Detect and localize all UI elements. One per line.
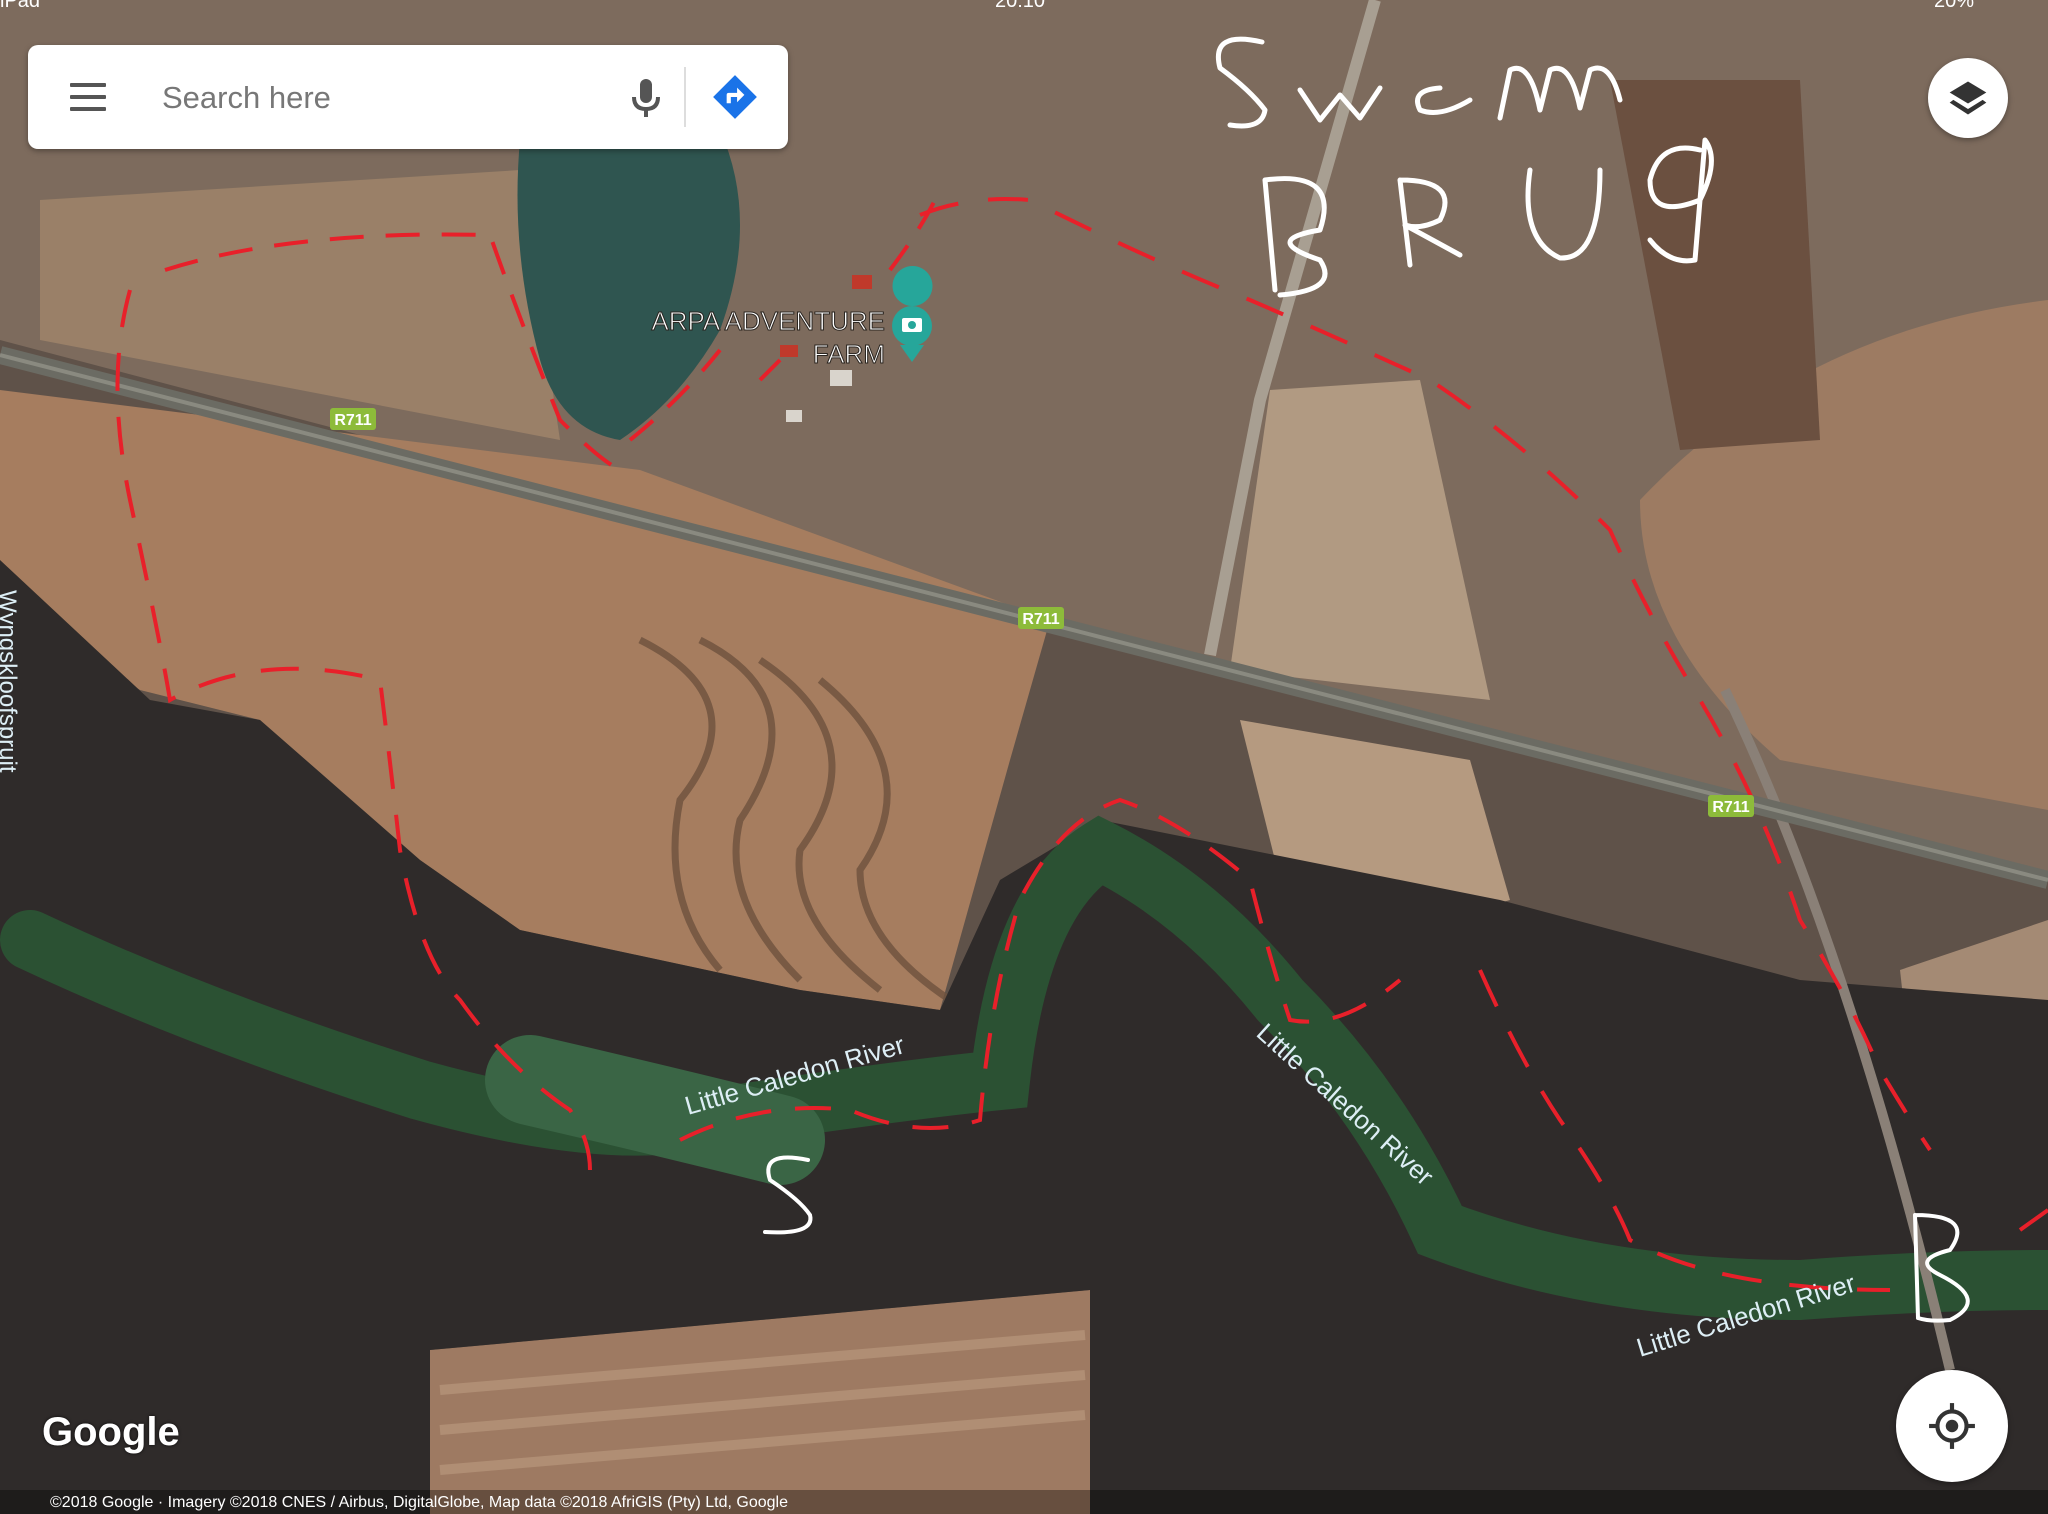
google-logo: Google bbox=[42, 1410, 180, 1454]
my-location-button[interactable] bbox=[1896, 1370, 2008, 1482]
map-attribution[interactable]: ©2018 Google · Imagery ©2018 CNES / Airb… bbox=[50, 1494, 788, 1512]
road-label: R711 bbox=[334, 412, 371, 429]
stream-label: Wyngskloofspruit bbox=[0, 590, 21, 773]
road-badge-2: R711 bbox=[1018, 607, 1064, 629]
place-name-line1: ARPA ADVENTURE bbox=[651, 306, 885, 336]
layers-button[interactable] bbox=[1928, 58, 2008, 138]
microphone-icon[interactable] bbox=[622, 75, 670, 123]
search-input[interactable] bbox=[160, 71, 604, 125]
directions-icon[interactable] bbox=[710, 72, 760, 122]
battery-level: 20% bbox=[1933, 0, 1974, 12]
road-label: R711 bbox=[1712, 799, 1749, 816]
layers-icon bbox=[1949, 81, 1987, 115]
road-label: R711 bbox=[1022, 611, 1059, 628]
search-bar[interactable] bbox=[28, 45, 788, 149]
satellite-map[interactable]: R711 R711 R711 ARPA ADVENTURE FARM Littl… bbox=[0, 0, 2048, 1514]
road-badge-1: R711 bbox=[330, 408, 376, 430]
clock: 20:10 bbox=[995, 0, 1046, 12]
road-badge-3: R711 bbox=[1708, 795, 1754, 817]
search-divider bbox=[684, 67, 686, 127]
carrier-label: iPad bbox=[0, 0, 41, 12]
hamburger-menu-icon[interactable] bbox=[70, 83, 106, 111]
crosshair-icon bbox=[1929, 1403, 1975, 1449]
place-name-line2: FARM bbox=[813, 339, 885, 369]
status-bar: iPad 20:10 20% bbox=[0, 0, 2048, 14]
